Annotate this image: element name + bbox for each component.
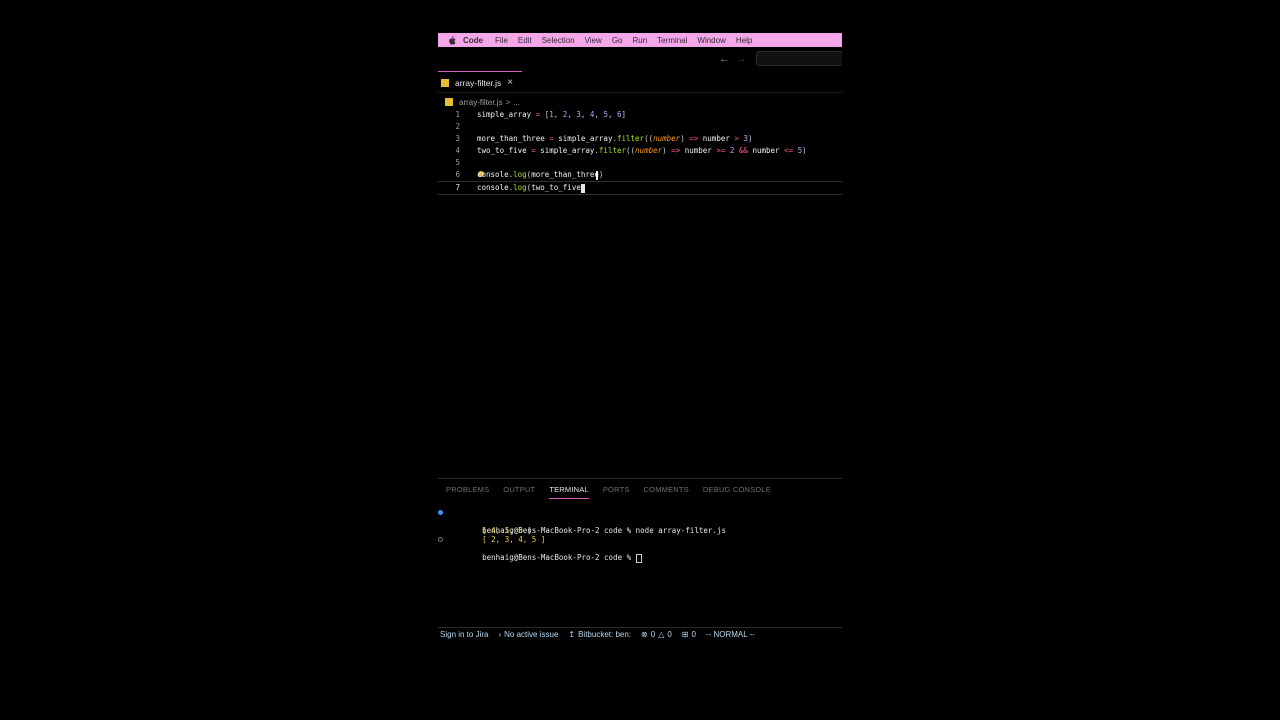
line-number: 5 [455, 158, 460, 167]
tab-output[interactable]: OUTPUT [503, 485, 535, 499]
line-number: 6 [455, 170, 460, 179]
apple-icon[interactable] [448, 36, 456, 45]
code-line[interactable]: 5 [438, 157, 842, 169]
line-number: 4 [455, 146, 460, 155]
code-text: more_than_three = simple_array.filter((n… [477, 134, 753, 143]
status-bitbucket[interactable]: ↥ Bitbucket: ben: [568, 630, 631, 639]
line-number: 1 [455, 110, 460, 119]
menu-app-code[interactable]: Code [463, 36, 483, 45]
tab-terminal[interactable]: TERMINAL [549, 485, 589, 499]
arrow-right-icon[interactable]: → [736, 53, 747, 65]
code-text: console.log(more_than_three) [477, 170, 604, 179]
tab-comments[interactable]: COMMENTS [644, 485, 689, 499]
menu-file[interactable]: File [495, 36, 508, 45]
text-cursor [580, 183, 585, 193]
status-issue[interactable]: › No active issue [498, 630, 558, 639]
code-text: simple_array = [1, 2, 3, 4, 5, 6] [477, 110, 627, 119]
title-bar: ← → [438, 47, 842, 72]
menu-go[interactable]: Go [612, 36, 623, 45]
code-line[interactable]: 2 [438, 121, 842, 133]
line-number: 3 [455, 134, 460, 143]
javascript-file-icon [445, 98, 453, 106]
code-line[interactable]: 1 simple_array = [1, 2, 3, 4, 5, 6] [438, 109, 842, 121]
tab-ports[interactable]: PORTS [603, 485, 630, 499]
menu-run[interactable]: Run [632, 36, 647, 45]
broadcast-icon: ⊞ [681, 630, 689, 639]
menu-window[interactable]: Window [697, 36, 725, 45]
status-problems[interactable]: ⊗ 0 △ 0 [641, 630, 672, 639]
breadcrumb-separator: > [505, 97, 511, 107]
command-pending-icon [438, 537, 443, 542]
warning-icon: △ [658, 630, 665, 639]
status-bar: Sign in to Jira › No active issue ↥ Bitbuc… [438, 627, 842, 640]
code-text: console.log(two_to_five [477, 182, 585, 194]
chevron-right-icon: › [498, 630, 502, 639]
error-icon: ⊗ [641, 630, 648, 639]
status-ports[interactable]: ⊞ 0 [682, 630, 696, 639]
menu-edit[interactable]: Edit [518, 36, 532, 45]
breadcrumb-file[interactable]: array-filter.js [459, 98, 503, 107]
line-number: 2 [455, 122, 460, 131]
terminal-line: [ 2, 3, 4, 5 ] [482, 535, 546, 544]
terminal-cursor [635, 553, 642, 563]
menu-terminal[interactable]: Terminal [657, 36, 687, 45]
code-line-current[interactable]: 7 console.log(two_to_five [438, 181, 842, 195]
close-icon[interactable]: × [507, 77, 513, 88]
menu-view[interactable]: View [585, 36, 602, 45]
vscode-window: Code File Edit Selection View Go Run Ter… [438, 33, 842, 640]
code-text: two_to_five = simple_array.filter((numbe… [477, 146, 807, 155]
panel-tabs: PROBLEMS OUTPUT TERMINAL PORTS COMMENTS … [438, 485, 777, 499]
terminal-line: [ 4, 5, 6 ] [482, 526, 532, 535]
mouse-ibeam-cursor [596, 171, 598, 180]
tab-array-filter[interactable]: array-filter.js × [438, 71, 522, 93]
breadcrumb: array-filter.js > ... [438, 96, 520, 108]
code-line[interactable]: 4 two_to_five = simple_array.filter((num… [438, 145, 842, 157]
code-line[interactable]: 6 console.log(more_than_three) [438, 169, 842, 181]
menu-bar: Code File Edit Selection View Go Run Ter… [438, 33, 842, 47]
status-jira[interactable]: Sign in to Jira [440, 630, 488, 639]
command-center-search[interactable] [756, 51, 842, 66]
tab-debug-console[interactable]: DEBUG CONSOLE [703, 485, 771, 499]
line-number: 7 [455, 183, 460, 192]
terminal-line: benhaig@Bens-MacBook-Pro-2 code % node a… [438, 508, 842, 535]
code-editor[interactable]: 1 simple_array = [1, 2, 3, 4, 5, 6] 2 3 … [438, 108, 842, 478]
terminal-line: benhaig@Bens-MacBook-Pro-2 code % [438, 535, 842, 563]
tab-problems[interactable]: PROBLEMS [446, 485, 489, 499]
status-vim-mode: -- NORMAL -- [705, 630, 755, 639]
terminal[interactable]: benhaig@Bens-MacBook-Pro-2 code % node a… [438, 508, 842, 563]
code-line[interactable]: 3 more_than_three = simple_array.filter(… [438, 133, 842, 145]
menu-help[interactable]: Help [736, 36, 752, 45]
arrow-left-icon[interactable]: ← [719, 53, 730, 65]
command-success-icon[interactable] [438, 510, 443, 515]
breadcrumb-symbol[interactable]: ... [513, 98, 520, 107]
git-branch-icon: ↥ [568, 630, 576, 639]
menu-selection[interactable]: Selection [542, 36, 575, 45]
editor-tab-bar: array-filter.js × [438, 71, 842, 93]
javascript-file-icon [441, 78, 449, 87]
bottom-panel: PROBLEMS OUTPUT TERMINAL PORTS COMMENTS … [438, 478, 842, 629]
tab-label: array-filter.js [455, 77, 502, 88]
